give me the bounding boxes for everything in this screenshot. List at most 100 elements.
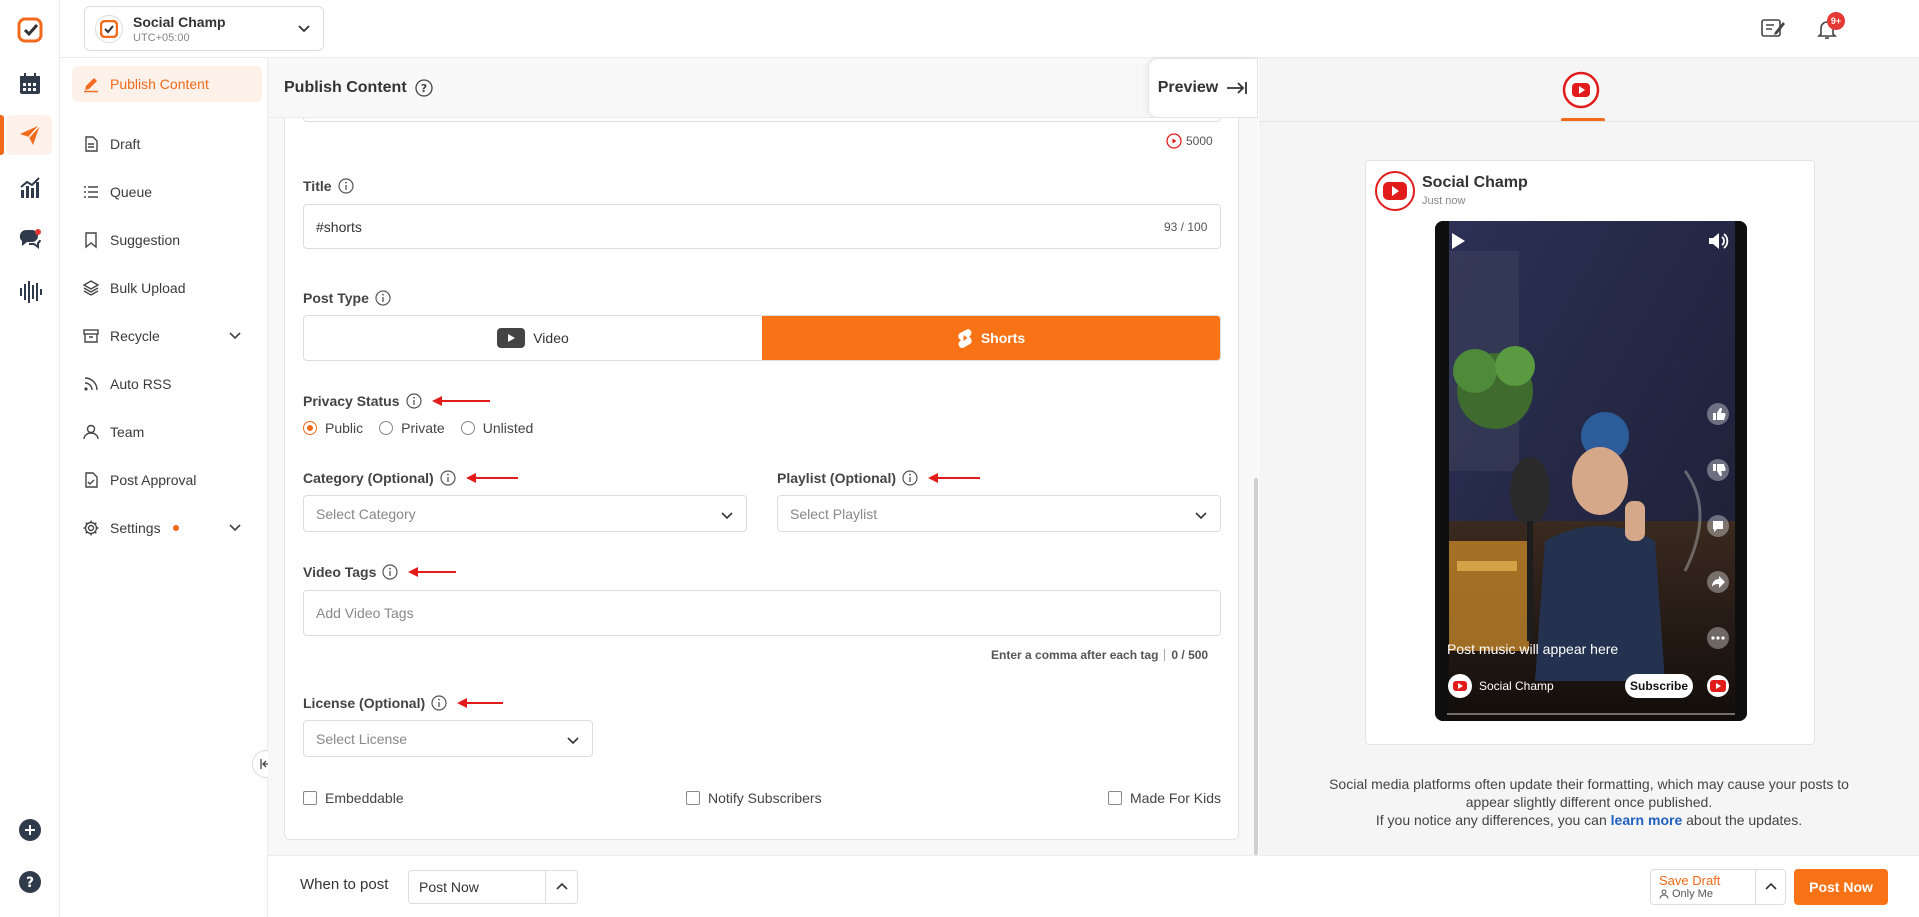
notification-badge: 9+	[1827, 12, 1845, 30]
when-to-post-label: When to post	[300, 876, 389, 893]
chevron-down-icon	[1194, 508, 1208, 525]
sidebar-item-label: Post Approval	[110, 472, 197, 488]
youtube-avatar-icon	[1375, 171, 1415, 211]
user-icon	[1659, 889, 1669, 899]
title-label: Title	[303, 178, 354, 194]
add-circle-icon[interactable]	[12, 812, 48, 848]
post-type-label: Post Type	[303, 290, 391, 306]
svg-text:?: ?	[420, 82, 426, 95]
send-icon[interactable]	[12, 117, 48, 153]
engage-chat-icon[interactable]	[12, 222, 48, 258]
sidebar-item-label: Recycle	[110, 328, 160, 344]
play-icon[interactable]	[1449, 231, 1467, 254]
youtube-preview-tab[interactable]	[1561, 70, 1601, 110]
bookmark-icon	[85, 232, 97, 249]
video-tags-hint: Enter a comma after each tag 0 / 500	[991, 648, 1209, 662]
red-arrow-icon	[457, 698, 504, 708]
save-draft-button[interactable]: Save Draft Only Me	[1650, 869, 1786, 905]
post-now-button[interactable]: Post Now	[1794, 869, 1888, 905]
info-icon[interactable]	[902, 470, 918, 486]
sidebar-item-suggestion[interactable]: Suggestion	[72, 222, 262, 258]
document-icon	[85, 136, 98, 152]
listening-icon[interactable]	[12, 274, 48, 310]
sidebar-item-recycle[interactable]: Recycle	[72, 318, 262, 354]
youtube-icon	[1166, 133, 1182, 149]
calendar-icon[interactable]	[12, 66, 48, 102]
info-icon[interactable]	[375, 290, 391, 306]
red-arrow-icon	[431, 396, 490, 406]
volume-icon[interactable]	[1707, 231, 1729, 254]
preview-account-name: Social Champ	[1422, 174, 1528, 191]
sidebar-item-team[interactable]: Team	[72, 414, 262, 450]
youtube-logo-icon	[1705, 675, 1731, 700]
post-type-video-option[interactable]: Video	[304, 316, 762, 360]
info-icon[interactable]	[440, 470, 456, 486]
video-tags-label: Video Tags	[303, 564, 457, 580]
share-icon[interactable]	[1707, 571, 1729, 596]
app-logo-icon[interactable]	[12, 12, 48, 48]
privacy-public-radio[interactable]: Public	[303, 420, 363, 436]
sidebar-item-post-approval[interactable]: Post Approval	[72, 462, 262, 498]
info-icon[interactable]	[431, 695, 447, 711]
notes-icon[interactable]	[1758, 14, 1788, 44]
info-icon[interactable]	[382, 564, 398, 580]
title-counter: 93 / 100	[1164, 220, 1208, 234]
youtube-char-count: 5000	[1166, 133, 1213, 149]
post-type-shorts-option[interactable]: Shorts	[762, 316, 1220, 360]
chevron-down-icon	[228, 328, 252, 345]
gear-icon	[83, 520, 99, 536]
privacy-private-radio[interactable]: Private	[379, 420, 445, 436]
music-text: Post music will appear here	[1447, 641, 1619, 657]
chevron-down-icon	[566, 733, 580, 750]
chevron-up-icon[interactable]	[545, 871, 577, 903]
notify-subscribers-checkbox[interactable]: Notify Subscribers	[686, 790, 822, 806]
red-arrow-icon	[928, 473, 981, 483]
video-tags-input[interactable]: Add Video Tags	[303, 590, 1221, 636]
video-progress-bar[interactable]	[1447, 713, 1735, 715]
chevron-up-icon[interactable]	[1755, 870, 1785, 904]
sidebar-item-label: Settings	[110, 520, 161, 536]
page-title: Publish Content ?	[284, 79, 433, 97]
layers-icon	[82, 280, 100, 296]
rss-icon	[84, 377, 98, 391]
sidebar-item-bulk-upload[interactable]: Bulk Upload	[72, 270, 262, 306]
subscribe-button[interactable]: Subscribe	[1625, 674, 1693, 698]
shorts-icon	[958, 329, 972, 348]
sidebar-item-label: Publish Content	[110, 76, 209, 92]
info-icon[interactable]	[337, 178, 354, 194]
comment-icon[interactable]	[1707, 515, 1729, 540]
workspace-selector[interactable]: Social Champ UTC+05:00	[84, 6, 324, 51]
sidebar-item-queue[interactable]: Queue	[72, 174, 262, 210]
category-select[interactable]: Select Category	[303, 495, 747, 532]
title-input[interactable]: #shorts	[303, 204, 1221, 249]
playlist-select[interactable]: Select Playlist	[777, 495, 1221, 532]
help-icon[interactable]: ?	[12, 864, 48, 900]
analytics-icon[interactable]	[12, 170, 48, 206]
post-preview-card: Social Champ Just now Post music will ap…	[1365, 160, 1815, 745]
caption-field-bottom[interactable]	[303, 118, 1221, 122]
like-icon[interactable]	[1707, 403, 1729, 428]
license-label: License (Optional)	[303, 695, 504, 711]
more-options-icon[interactable]	[1707, 627, 1729, 652]
sidebar-item-auto-rss[interactable]: Auto RSS	[72, 366, 262, 402]
sidebar-item-settings[interactable]: Settings	[72, 510, 262, 546]
embeddable-checkbox[interactable]: Embeddable	[303, 790, 404, 806]
license-select[interactable]: Select License	[303, 720, 593, 757]
dislike-icon[interactable]	[1707, 459, 1729, 484]
info-icon[interactable]	[405, 393, 422, 409]
user-icon	[83, 424, 99, 440]
when-to-post-select[interactable]: Post Now	[408, 870, 578, 904]
arrow-right-bar-icon	[1227, 82, 1248, 94]
help-circle-icon[interactable]: ?	[415, 79, 433, 97]
privacy-unlisted-radio[interactable]: Unlisted	[460, 420, 533, 436]
chevron-down-icon	[228, 520, 252, 537]
form-scrollbar[interactable]	[1254, 478, 1258, 855]
preview-toggle-button[interactable]: Preview	[1148, 58, 1258, 118]
sidebar-item-publish-content[interactable]: Publish Content	[72, 66, 262, 102]
sidebar-item-draft[interactable]: Draft	[72, 126, 262, 162]
learn-more-link[interactable]: learn more	[1611, 812, 1683, 828]
privacy-status-label: Privacy Status	[303, 393, 490, 409]
svg-text:?: ?	[26, 875, 34, 891]
made-for-kids-checkbox[interactable]: Made For Kids	[1108, 790, 1221, 806]
shorts-video-preview[interactable]: Post music will appear here Social Champ…	[1435, 221, 1747, 721]
